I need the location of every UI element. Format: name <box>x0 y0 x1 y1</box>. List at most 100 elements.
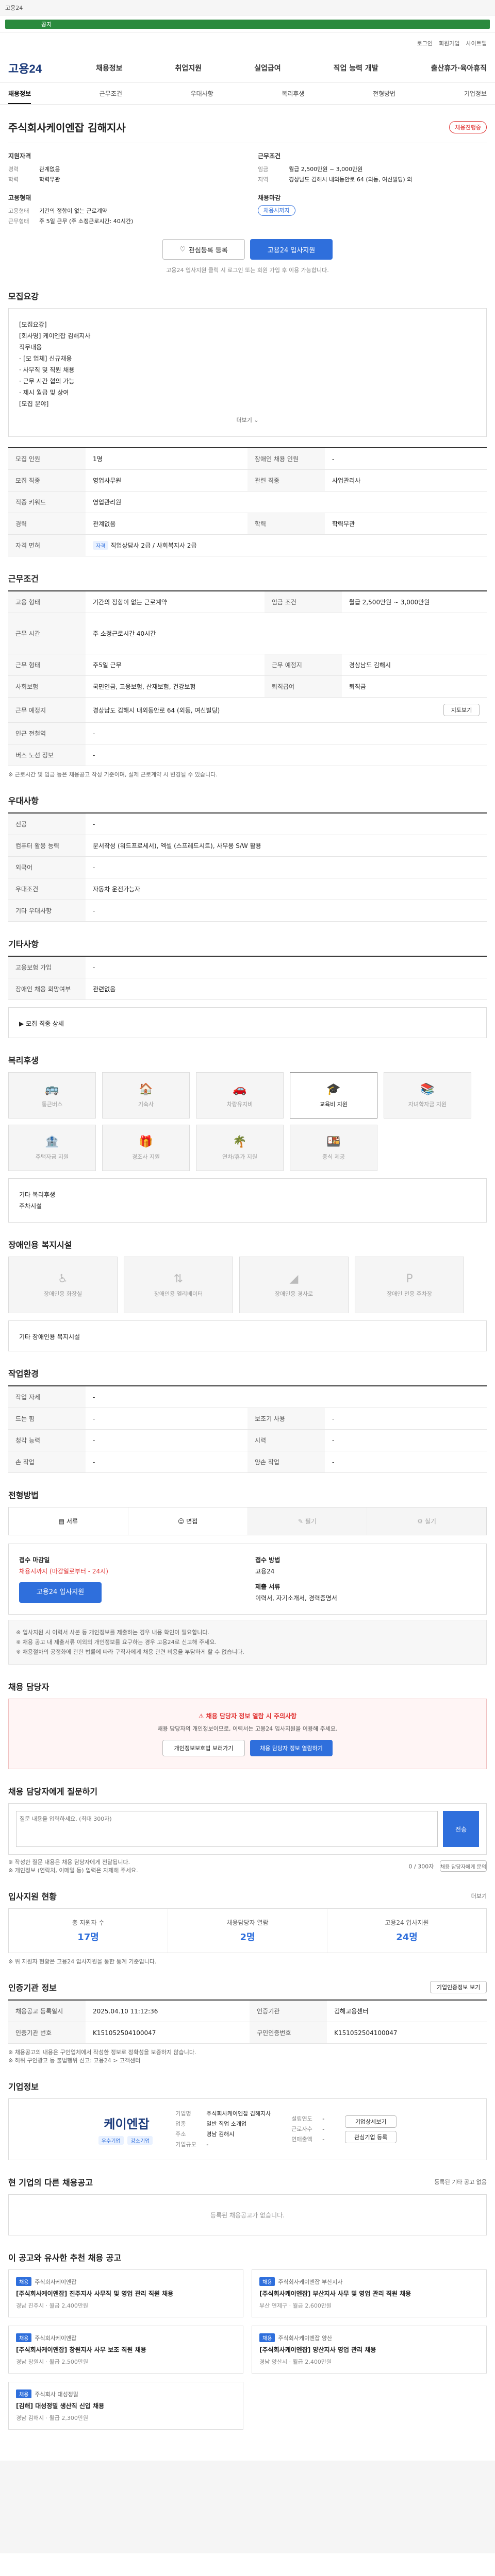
apply-button[interactable]: 고용24 입사지원 <box>250 239 333 260</box>
ticker-label: 공지 <box>41 21 52 28</box>
gnb-item[interactable]: 취업지원 <box>175 63 202 73</box>
scrap-label: 관심등록 등록 <box>188 246 228 255</box>
kv-value: 일반 직업 소개업 <box>206 2121 247 2127</box>
privacy-law-button[interactable]: 개인정보보호법 보러가기 <box>162 1740 245 1756</box>
note-line: ※ 채용공고의 내용은 구인업체에서 작성한 정보로 정확성을 보증하지 않습니… <box>8 2049 196 2056</box>
apply-button-2[interactable]: 고용24 입사지원 <box>19 1582 102 1603</box>
access-label: 장애인용 경사로 <box>274 1290 314 1297</box>
card-company: 주식회사케이엔잡 양산 <box>278 2335 333 2342</box>
people-icon: ☺ <box>177 1518 187 1525</box>
follow-company-button[interactable]: 관심기업 등록 <box>345 2131 397 2143</box>
tab-recruit[interactable]: 채용정보 <box>8 89 31 104</box>
table-key: 모집 직종 <box>8 469 86 492</box>
gnb-item[interactable]: 실업급여 <box>254 63 281 73</box>
status-badge: 채용진행중 <box>449 121 487 133</box>
company-detail-button[interactable]: 기업상세보기 <box>345 2115 397 2128</box>
restroom-icon: ♿ <box>58 1272 68 1285</box>
ticker-bar[interactable]: 공지 <box>5 19 490 29</box>
table-key: 구인인증번호 <box>250 2022 327 2044</box>
meal-icon: 🍱 <box>326 1135 341 1148</box>
parking-icon: P <box>406 1272 413 1285</box>
map-button[interactable]: 지도보기 <box>443 704 480 716</box>
signup-link[interactable]: 회원가입 <box>439 39 459 47</box>
section-title: 채용 담당자 <box>8 1682 50 1692</box>
kv-key: 근무형태 <box>8 218 29 225</box>
note-line: ※ 작성한 질문 내용은 채용 담당자에게 전달됩니다. <box>8 1859 130 1866</box>
benefit-item: 🏦 주택자금 지원 <box>8 1125 96 1171</box>
access-label: 장애인 전용 주차장 <box>387 1290 432 1297</box>
kv-value: 기간의 정함이 없는 근로계약 <box>39 208 107 214</box>
access-label: 장애인용 화장실 <box>43 1290 82 1297</box>
section-title: 이 공고와 유사한 추천 채용 공고 <box>8 2253 122 2263</box>
login-link[interactable]: 로그인 <box>417 39 433 47</box>
table-key: 보조기 사용 <box>248 1408 325 1430</box>
card-company: 주식회사케이엔잡 부산지사 <box>278 2279 343 2285</box>
scrap-button[interactable]: ♡ 관심등록 등록 <box>162 239 245 260</box>
site-logo[interactable]: 고용24 <box>8 60 96 76</box>
gnb-item[interactable]: 출산휴가·육아휴직 <box>431 63 487 73</box>
benefit-label: 통근버스 <box>41 1100 63 1108</box>
benefit-note-text: 주차시설 <box>19 1202 42 1210</box>
tab-selection[interactable]: 전형방법 <box>373 89 395 98</box>
table-key: 고용보험 가입 <box>8 956 86 978</box>
kv-key: 고용형태 <box>8 208 29 214</box>
graduation-icon: 🎓 <box>326 1082 341 1096</box>
recommend-card[interactable]: 채용 주식회사케이엔잡 [주식회사케이엔잡] 진주지사 사무직 및 영업 관리 직원… <box>8 2269 243 2317</box>
table-key: 관련 직종 <box>248 469 325 492</box>
table-value: 퇴직금 <box>341 675 487 698</box>
warning-title: ⚠ 채용 담당자 정보 열람 시 주의사항 <box>21 1711 474 1720</box>
apply-note: 고용24 입사지원 클릭 시 로그인 또는 회원 가입 후 이용 가능합니다. <box>166 267 329 274</box>
table-value: 월급 2,500만원 ~ 3,000만원 <box>341 591 487 613</box>
top-notice-label: 고용24 <box>5 4 23 11</box>
benefit-note: 기타 복리후생 주차시설 <box>8 1178 487 1223</box>
recommend-list: 채용 주식회사케이엔잡 [주식회사케이엔잡] 진주지사 사무직 및 영업 관리 직원… <box>8 2269 487 2430</box>
benefit-grid: 🚌 통근버스 🏠 기숙사 🚗 차량유지비 🎓 교육비 지원 📚 자녀학자금 지원 🏦 주택자… <box>8 1072 487 1171</box>
card-title: [주식회사케이엔잡] 창원지사 사무 보조 직원 채용 <box>16 2346 146 2353</box>
top-notice-bar: 고용24 <box>0 0 495 15</box>
step-item: ✎ 필기 <box>248 1507 368 1535</box>
contact-link[interactable]: 채용 담당자에게 문의 <box>439 1860 487 1872</box>
recommend-card[interactable]: 채용 주식회사케이엔잡 부산지사 [주식회사케이엔잡] 부산지사 사무 및 영업 관… <box>252 2269 487 2317</box>
table-key: 인증기관 <box>250 2000 327 2022</box>
tab-company[interactable]: 기업정보 <box>464 89 487 98</box>
table-row: 근무 시간 주 소정근로시간 40시간 <box>8 613 487 654</box>
warning-title-text: 채용 담당자 정보 열람 시 주의사항 <box>206 1713 297 1720</box>
body-line: [회사명] 케이엔잡 김해지사 <box>19 332 91 340</box>
card-meta: 부산 연제구 · 월급 2,600만원 <box>259 2302 332 2309</box>
applicant-stats: 총 지원자 수 17명 채용담당자 열람 2명 고용24 입사지원 24명 <box>8 1908 487 1953</box>
table-row: 자격 면허 자격 직업상담사 2급 / 사회복지사 2급 <box>8 534 487 556</box>
table-value: K151052504100047 <box>86 2022 250 2044</box>
section-title: 전형방법 <box>8 1490 39 1500</box>
view-contact-button[interactable]: 채용 담당자 정보 열람하기 <box>250 1740 333 1756</box>
table-key: 인증기관 번호 <box>8 2022 86 2044</box>
company-logo: 케이엔잡 <box>104 2117 150 2131</box>
more-button[interactable]: 더보기 ⌄ <box>19 415 476 426</box>
cert-info-button[interactable]: 기업인증정보 보기 <box>430 1981 487 1993</box>
recommend-card[interactable]: 채용 주식회사케이엔잡 양산 [주식회사케이엔잡] 양산지사 영업 관리 채용 경남 … <box>252 2326 487 2374</box>
cert-table: 채용공고 등록일시 2025.04.10 11:12:36 인증기관 김해고용센터 인… <box>8 1999 487 2044</box>
sitemap-link[interactable]: 사이트맵 <box>466 39 487 47</box>
question-input[interactable] <box>16 1811 438 1847</box>
recommend-card[interactable]: 채용 주식회사 대성정밀 [김해] 대성정밀 생산직 신입 채용 경남 김해시 · 월… <box>8 2382 243 2430</box>
method-title: 접수 방법 <box>255 1556 280 1564</box>
access-item: ♿ 장애인용 화장실 <box>8 1257 118 1313</box>
gnb-item[interactable]: 직업 능력 개발 <box>334 63 378 73</box>
tab-benefits[interactable]: 복리후생 <box>282 89 304 98</box>
step-item: ⚙ 실기 <box>367 1507 486 1535</box>
table-value: - <box>86 722 487 744</box>
kv-value: 주 5일 근무 (주 소정근로시간: 40시간) <box>39 218 134 225</box>
kv-key: 연매출액 <box>291 2136 312 2143</box>
more-link[interactable]: 더보기 <box>471 1892 487 1900</box>
company-card: 케이엔잡 우수기업 강소기업 기업명 주식회사케이엔잡 김해지사 업종 일반 직업 … <box>8 2098 487 2160</box>
tab-preferences[interactable]: 우대사항 <box>191 89 213 98</box>
step-item: ▤ 서류 <box>9 1507 128 1535</box>
card-pill: 채용 <box>16 2333 32 2342</box>
tab-conditions[interactable]: 근무조건 <box>100 89 122 98</box>
benefit-item: 🚌 통근버스 <box>8 1072 96 1118</box>
send-button[interactable]: 전송 <box>443 1811 479 1847</box>
ramp-icon: ◢ <box>289 1272 299 1285</box>
bank-icon: 🏦 <box>45 1135 59 1148</box>
recommend-card[interactable]: 채용 주식회사케이엔잡 [주식회사케이엔잡] 창원지사 사무 보조 직원 채용 경남 … <box>8 2326 243 2374</box>
gnb-item[interactable]: 채용정보 <box>96 63 123 73</box>
table-row: 사회보험 국민연금, 고용보험, 산재보험, 건강보험 퇴직급여 퇴직금 <box>8 675 487 698</box>
